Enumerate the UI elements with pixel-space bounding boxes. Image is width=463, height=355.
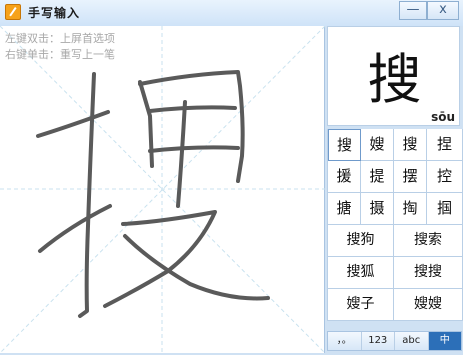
hint-double-click: 左键双击：上屏首选项	[5, 32, 115, 45]
candidate-char[interactable]: 嫂	[361, 129, 394, 161]
candidate-char[interactable]: 搜	[328, 129, 361, 161]
chinese-mode-button[interactable]: 中	[428, 332, 461, 350]
candidate-char[interactable]: 援	[328, 161, 361, 193]
candidate-phrase[interactable]: 搜狐	[328, 257, 394, 289]
recognized-preview: 搜 sōu	[327, 26, 460, 126]
number-mode-button[interactable]: 123	[362, 332, 395, 350]
candidate-phrase[interactable]: 搜搜	[394, 257, 463, 289]
mode-toolbar: ，。 123 abc 中	[327, 331, 462, 351]
candidate-phrase[interactable]: 嫂嫂	[394, 289, 463, 321]
preview-character: 搜	[367, 48, 422, 111]
candidate-char[interactable]: 提	[361, 161, 394, 193]
minimize-button[interactable]: —	[399, 1, 427, 20]
window-title: 手写输入	[28, 6, 81, 20]
english-mode-button[interactable]: abc	[395, 332, 429, 350]
close-button[interactable]: x	[427, 1, 459, 20]
candidate-row: 搪 摄 掏 掴	[328, 193, 463, 225]
candidate-phrase-row: 搜狐 搜搜	[328, 257, 463, 289]
candidate-phrase-row: 嫂子 嫂嫂	[328, 289, 463, 321]
candidate-char[interactable]: 摄	[361, 193, 394, 225]
candidate-phrase[interactable]: 搜索	[394, 225, 463, 257]
candidate-char[interactable]: 摆	[394, 161, 427, 193]
handwriting-canvas[interactable]: 左键双击：上屏首选项 右键单击：重写上一笔	[0, 26, 325, 353]
title-bar: 手写输入 — x	[0, 0, 463, 26]
candidate-row: 援 提 摆 控	[328, 161, 463, 193]
candidate-row: 搜 嫂 搜 捏	[328, 129, 463, 161]
hint-right-click: 右键单击：重写上一笔	[5, 48, 115, 61]
handwriting-strokes	[0, 26, 325, 353]
candidate-char[interactable]: 搪	[328, 193, 361, 225]
candidate-phrase[interactable]: 嫂子	[328, 289, 394, 321]
candidate-char[interactable]: 掴	[427, 193, 463, 225]
candidate-char[interactable]: 掏	[394, 193, 427, 225]
candidate-char[interactable]: 搜	[394, 129, 427, 161]
candidate-phrase[interactable]: 搜狗	[328, 225, 394, 257]
candidate-panel: 搜 sōu 搜 嫂 搜 捏 援 提 摆 控 搪 摄 掏 掴 搜狗 搜索 搜狐 搜…	[326, 26, 463, 355]
candidate-char[interactable]: 捏	[427, 129, 463, 161]
punctuation-mode-button[interactable]: ，。	[328, 332, 362, 350]
candidate-grid: 搜 嫂 搜 捏 援 提 摆 控 搪 摄 掏 掴 搜狗 搜索 搜狐 搜搜 嫂子 嫂…	[327, 129, 463, 321]
pen-icon	[5, 4, 21, 20]
preview-pinyin: sōu	[431, 110, 455, 124]
candidate-char[interactable]: 控	[427, 161, 463, 193]
candidate-phrase-row: 搜狗 搜索	[328, 225, 463, 257]
